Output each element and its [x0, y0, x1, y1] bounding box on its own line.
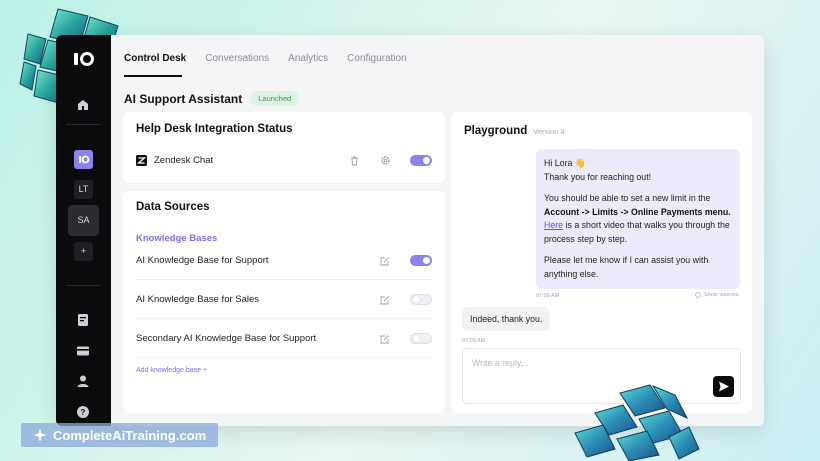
bot-thanks: Thank you for reaching out! — [544, 171, 652, 182]
home-icon[interactable] — [75, 97, 91, 113]
show-sources-label: Show sources — [704, 292, 739, 298]
bot-closing: Please let me know if I can assist you w… — [544, 255, 709, 279]
add-knowledge-base-link[interactable]: Add knowledge base + — [136, 367, 207, 374]
show-sources-link[interactable]: Show sources — [695, 292, 739, 298]
tab-analytics[interactable]: Analytics — [288, 53, 328, 69]
tab-conversations[interactable]: Conversations — [205, 53, 269, 69]
tab-configuration[interactable]: Configuration — [347, 53, 406, 69]
watermark: CompleteAiTraining.com — [21, 423, 218, 447]
data-sources-title: Data Sources — [136, 201, 210, 213]
app-window: LT SA + ? Control Desk Conversations Ana… — [56, 35, 764, 426]
send-icon — [719, 381, 729, 392]
sidebar-divider — [66, 124, 101, 125]
document-icon[interactable] — [75, 312, 91, 328]
status-badge: Launched — [250, 91, 300, 106]
send-button[interactable] — [713, 376, 734, 397]
row-divider — [136, 318, 432, 319]
help-icon[interactable]: ? — [75, 404, 91, 420]
bot-greeting: Hi Lora 👋 — [544, 158, 586, 168]
gear-icon[interactable] — [380, 155, 391, 166]
card-icon[interactable] — [75, 343, 91, 359]
brand-logo-icon — [79, 155, 90, 164]
edit-icon[interactable] — [379, 256, 390, 267]
sidebar-divider — [66, 285, 101, 286]
active-tab-underline — [124, 75, 182, 77]
brand-logo-icon — [74, 52, 94, 66]
bot-menu-path: Account -> Limits -> Online Payments men… — [544, 206, 731, 217]
reply-input[interactable] — [472, 358, 692, 368]
tab-control-desk[interactable]: Control Desk — [124, 53, 186, 69]
playground-title: Playground — [464, 125, 528, 137]
integration-name: Zendesk Chat — [154, 155, 214, 166]
watermark-text: CompleteAiTraining.com — [53, 427, 207, 443]
user-icon[interactable] — [75, 373, 91, 389]
page-title: AI Support Assistant — [124, 91, 243, 106]
sidebar: LT SA + ? — [56, 35, 111, 426]
integration-toggle[interactable] — [410, 155, 432, 166]
user-message-bubble: Indeed, thank you. — [462, 307, 551, 331]
knowledge-base-toggle[interactable] — [410, 333, 432, 344]
top-tabs: Control Desk Conversations Analytics Con… — [124, 53, 407, 69]
info-icon — [695, 292, 701, 298]
bot-message-time: 07:09 AM — [536, 293, 560, 299]
knowledge-bases-heading: Knowledge Bases — [136, 233, 218, 244]
add-workspace-button[interactable]: + — [74, 242, 93, 261]
bot-message-bubble: Hi Lora 👋 Thank you for reaching out! Yo… — [536, 149, 740, 289]
user-message-time: 07:09 AM — [462, 338, 486, 344]
workspace-tile-sa[interactable]: SA — [68, 205, 99, 236]
integration-title: Help Desk Integration Status — [136, 123, 293, 135]
video-link[interactable]: Here — [544, 220, 563, 230]
trash-icon[interactable] — [349, 155, 360, 166]
knowledge-base-toggle[interactable] — [410, 294, 432, 305]
workspace-tile-lt[interactable]: LT — [74, 180, 93, 199]
edit-icon[interactable] — [379, 295, 390, 306]
zendesk-icon — [136, 155, 147, 166]
decorative-cube-icon — [574, 384, 700, 461]
knowledge-base-toggle[interactable] — [410, 255, 432, 266]
workspace-logo-tile[interactable] — [74, 150, 93, 169]
knowledge-base-name: AI Knowledge Base for Support — [136, 255, 269, 266]
row-divider — [136, 279, 432, 280]
integration-card: Help Desk Integration Status Zendesk Cha… — [123, 112, 445, 183]
knowledge-base-name: Secondary AI Knowledge Base for Support — [136, 333, 317, 344]
version-label: Version 3 — [533, 127, 565, 136]
knowledge-base-name: AI Knowledge Base for Sales — [136, 294, 260, 305]
sparkle-logo-icon — [33, 428, 47, 442]
bot-text: You should be able to set a new limit in… — [544, 193, 711, 203]
svg-text:?: ? — [81, 408, 86, 417]
edit-icon[interactable] — [379, 334, 390, 345]
row-divider — [136, 357, 432, 358]
playground-card: Playground Version 3 Hi Lora 👋 Thank you… — [451, 112, 752, 413]
bot-text: is a short video that walks you through … — [544, 220, 730, 244]
data-sources-card: Data Sources Knowledge Bases AI Knowledg… — [123, 191, 445, 413]
